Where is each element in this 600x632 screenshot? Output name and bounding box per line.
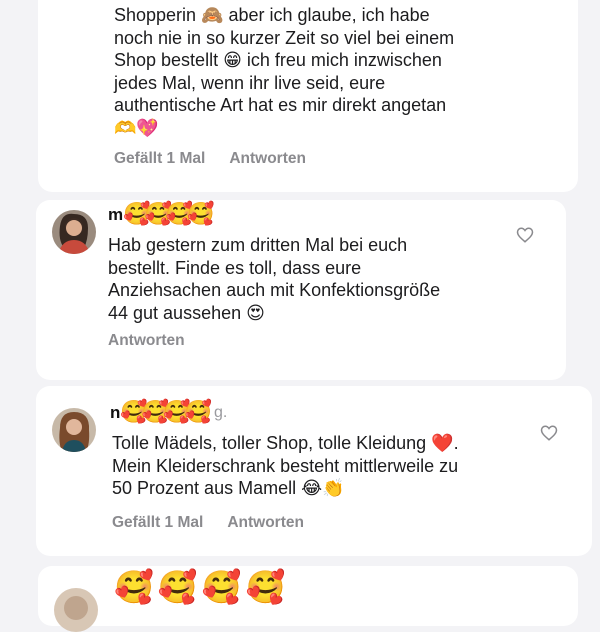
- commenter-name-emojis: 🥰🥰🥰🥰: [123, 202, 215, 227]
- like-count-link[interactable]: Gefällt 1 Mal: [112, 514, 203, 532]
- avatar[interactable]: [52, 408, 96, 452]
- avatar-photo: [54, 588, 98, 632]
- reply-button[interactable]: Antworten: [229, 150, 306, 168]
- commenter-name-tail: g.: [213, 403, 228, 421]
- reply-button[interactable]: Antworten: [108, 332, 185, 350]
- commenter-name-emojis: 🥰🥰🥰🥰: [120, 400, 212, 425]
- comment-actions: Gefällt 1 Mal Antworten: [114, 150, 306, 168]
- comment-text: Hab gestern zum dritten Mal bei euch bes…: [108, 235, 441, 323]
- commenter-name-initial: n: [110, 402, 121, 422]
- comment-text: Shopperin 🙈 aber ich glaube, ich habe no…: [114, 5, 455, 138]
- comment-card: n 🥰🥰🥰🥰 g. Tolle Mädels, toller Shop, tol…: [36, 386, 592, 556]
- commenter-name[interactable]: n 🥰🥰🥰🥰 g.: [110, 400, 227, 425]
- avatar[interactable]: [54, 588, 98, 632]
- like-count-link[interactable]: Gefällt 1 Mal: [114, 150, 205, 168]
- commenter-name-emojis: 🥰🥰🥰🥰: [114, 568, 290, 606]
- commenter-name[interactable]: m 🥰🥰🥰🥰: [108, 202, 215, 227]
- commenter-name-initial: m: [108, 204, 124, 224]
- comment-card: 🥰🥰🥰🥰: [38, 566, 578, 632]
- comment-card: m 🥰🥰🥰🥰 Hab gestern zum dritten Mal bei e…: [36, 200, 566, 380]
- avatar-photo: [52, 210, 96, 254]
- comment-card: Shopperin 🙈 aber ich glaube, ich habe no…: [38, 0, 578, 192]
- avatar-photo: [52, 408, 96, 452]
- comment-text: Tolle Mädels, toller Shop, tolle Kleidun…: [112, 433, 459, 498]
- avatar[interactable]: [52, 210, 96, 254]
- commenter-name[interactable]: 🥰🥰🥰🥰: [114, 568, 289, 606]
- comment-actions: Gefällt 1 Mal Antworten: [112, 514, 304, 532]
- comment-actions: Antworten: [108, 332, 185, 350]
- reply-button[interactable]: Antworten: [227, 514, 304, 532]
